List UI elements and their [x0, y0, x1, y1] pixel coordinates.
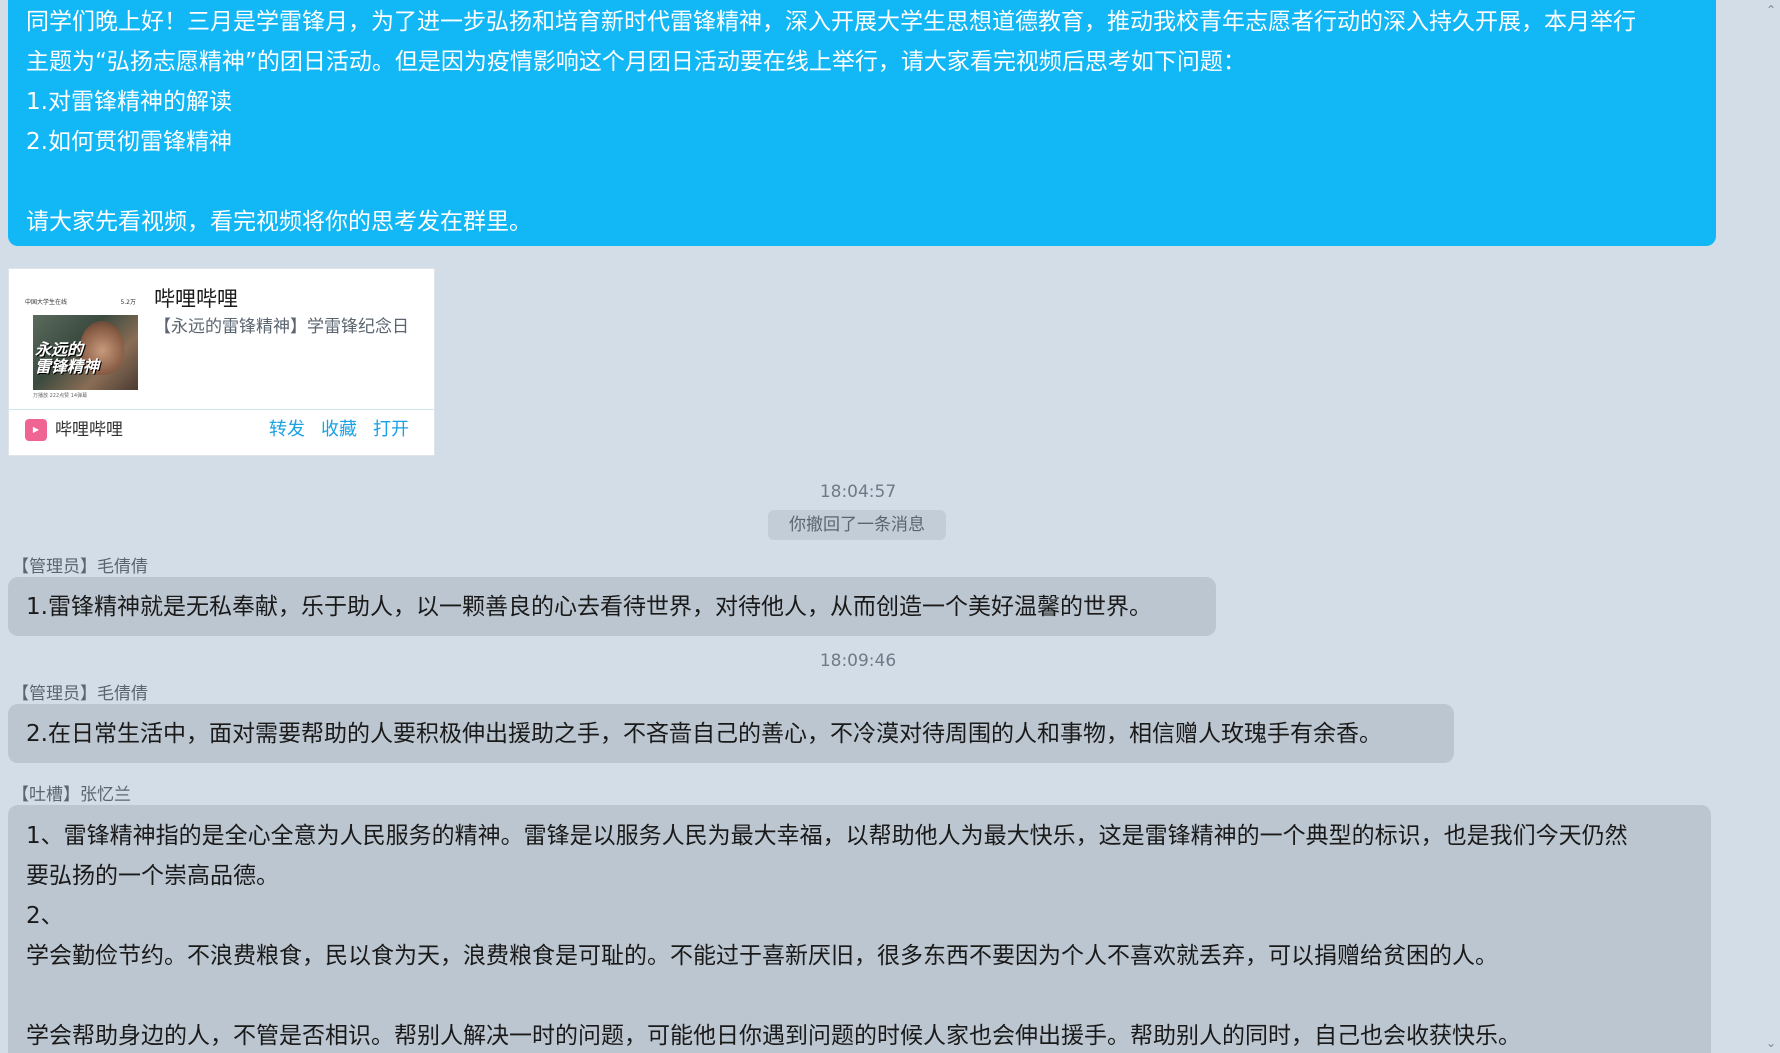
sender-name[interactable]: 【吐槽】张忆兰 — [12, 780, 131, 805]
message-bubble[interactable]: 1.雷锋精神就是无私奉献，乐于助人，以一颗善良的心去看待世界，对待他人，从而创造… — [8, 577, 1216, 636]
video-thumbnail[interactable]: 中国大学生在线 5.2万 永远的 雷锋精神 万播放 222点赞 14弹幕 — [23, 293, 138, 403]
message-bubble[interactable]: 2.在日常生活中，面对需要帮助的人要积极伸出援助之手，不吝啬自己的善心，不冷漠对… — [8, 704, 1454, 763]
message-timestamp: 18:04:57 — [819, 482, 897, 502]
scroll-down-icon[interactable]: ⌄ — [1766, 1037, 1776, 1049]
message-bubble[interactable]: 1、雷锋精神指的是全心全意为人民服务的精神。雷锋是以服务人民为最大幸福，以帮助他… — [8, 805, 1711, 1053]
bilibili-icon: ▶ — [25, 419, 47, 441]
thumbnail-channel: 中国大学生在线 — [25, 299, 68, 306]
thumbnail-header: 中国大学生在线 5.2万 — [23, 293, 138, 311]
chat-message-area[interactable]: 同学们晚上好！三月是学雷锋月，为了进一步弘扬和培育新时代雷锋精神，深入开展大学生… — [0, 0, 1760, 1053]
recall-notice: 你撤回了一条消息 — [768, 510, 946, 540]
forward-button[interactable]: 转发 — [269, 417, 305, 443]
vertical-scrollbar[interactable]: ⌃ ⌄ — [1760, 0, 1780, 1053]
thumbnail-image: 永远的 雷锋精神 — [33, 315, 138, 390]
card-divider — [9, 409, 434, 410]
open-button[interactable]: 打开 — [373, 417, 409, 443]
favorite-button[interactable]: 收藏 — [321, 417, 357, 443]
sender-name[interactable]: 【管理员】毛倩倩 — [12, 679, 148, 704]
card-app-name: 哔哩哔哩 — [55, 420, 123, 440]
thumbnail-overlay-text: 永远的 雷锋精神 — [35, 340, 100, 376]
scroll-up-icon[interactable]: ⌃ — [1766, 4, 1776, 16]
thumbnail-footer: 万播放 222点赞 14弹幕 — [33, 393, 88, 399]
announcement-message-bubble[interactable]: 同学们晚上好！三月是学雷锋月，为了进一步弘扬和培育新时代雷锋精神，深入开展大学生… — [8, 0, 1716, 246]
thumbnail-views: 5.2万 — [120, 299, 136, 306]
message-timestamp: 18:09:46 — [819, 651, 897, 671]
shared-video-card[interactable]: 中国大学生在线 5.2万 永远的 雷锋精神 万播放 222点赞 14弹幕 哔哩哔… — [8, 268, 435, 456]
sender-name[interactable]: 【管理员】毛倩倩 — [12, 552, 148, 577]
card-title: 哔哩哔哩 — [154, 287, 238, 311]
card-description: 【永远的雷锋精神】学雷锋纪念日 — [154, 317, 409, 337]
